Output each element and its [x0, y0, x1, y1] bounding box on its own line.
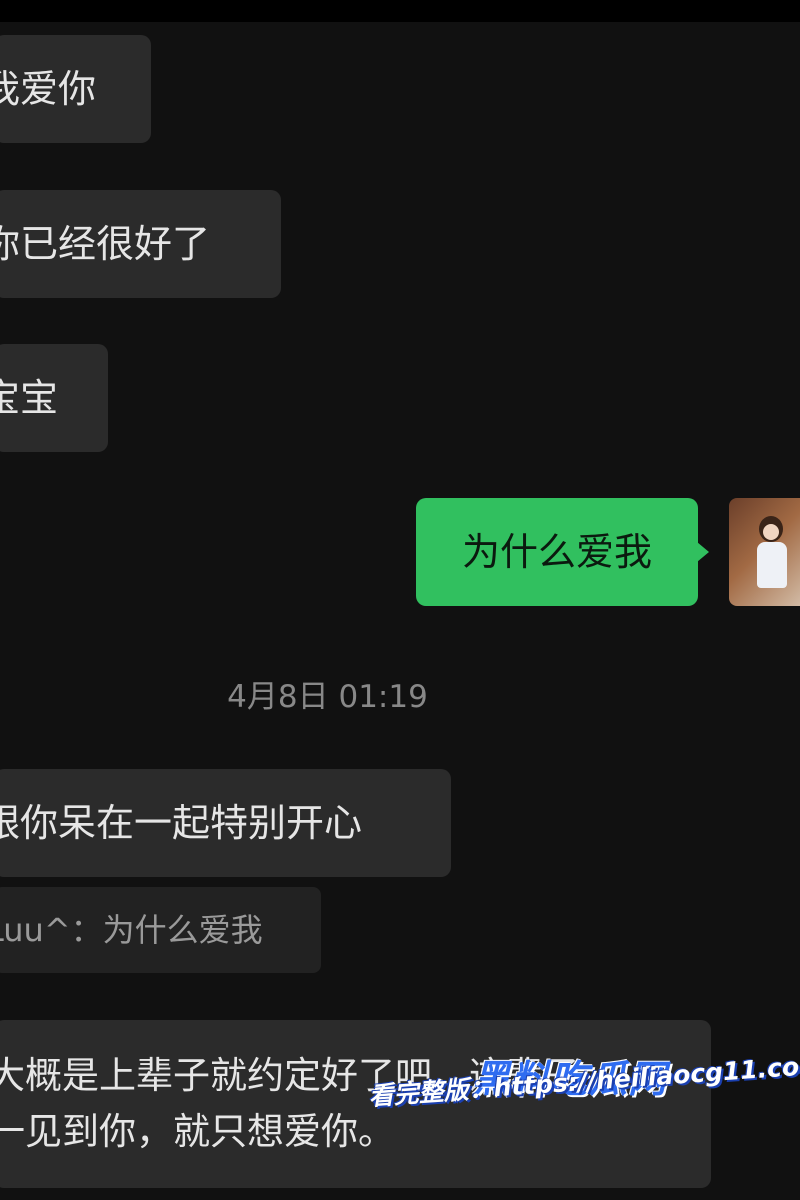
- message-text: 为什么爱我: [461, 530, 652, 574]
- user-avatar[interactable]: [729, 498, 800, 606]
- received-message-bubble[interactable]: 你已经很好了: [0, 190, 281, 298]
- message-timestamp: 4月8日 01:19: [227, 679, 428, 715]
- avatar-face: [763, 524, 779, 540]
- received-message-bubble[interactable]: 我爱你: [0, 35, 151, 143]
- quoted-text: Luu^：为什么爱我: [0, 911, 263, 949]
- message-text: 宝宝: [0, 376, 59, 420]
- status-bar: [0, 0, 800, 22]
- quoted-reply[interactable]: Luu^：为什么爱我: [0, 887, 321, 973]
- sent-bubble-tail: [697, 542, 709, 562]
- message-text-line-2: 一见到你，就只想爱你。: [0, 1110, 395, 1153]
- watermark-link-label: 看完整版：: [367, 1073, 495, 1112]
- message-text: 跟你呆在一起特别开心: [0, 801, 363, 845]
- received-message-bubble[interactable]: 宝宝: [0, 344, 108, 452]
- received-message-bubble[interactable]: 大概是上辈子就约定好了吧，这辈子 一见到你，就只想爱你。: [0, 1020, 711, 1188]
- received-message-bubble[interactable]: 跟你呆在一起特别开心: [0, 769, 451, 877]
- sent-message-bubble[interactable]: 为什么爱我: [416, 498, 698, 606]
- message-text: 我爱你: [0, 67, 97, 111]
- message-text: 你已经很好了: [0, 222, 211, 266]
- avatar-body: [757, 542, 787, 588]
